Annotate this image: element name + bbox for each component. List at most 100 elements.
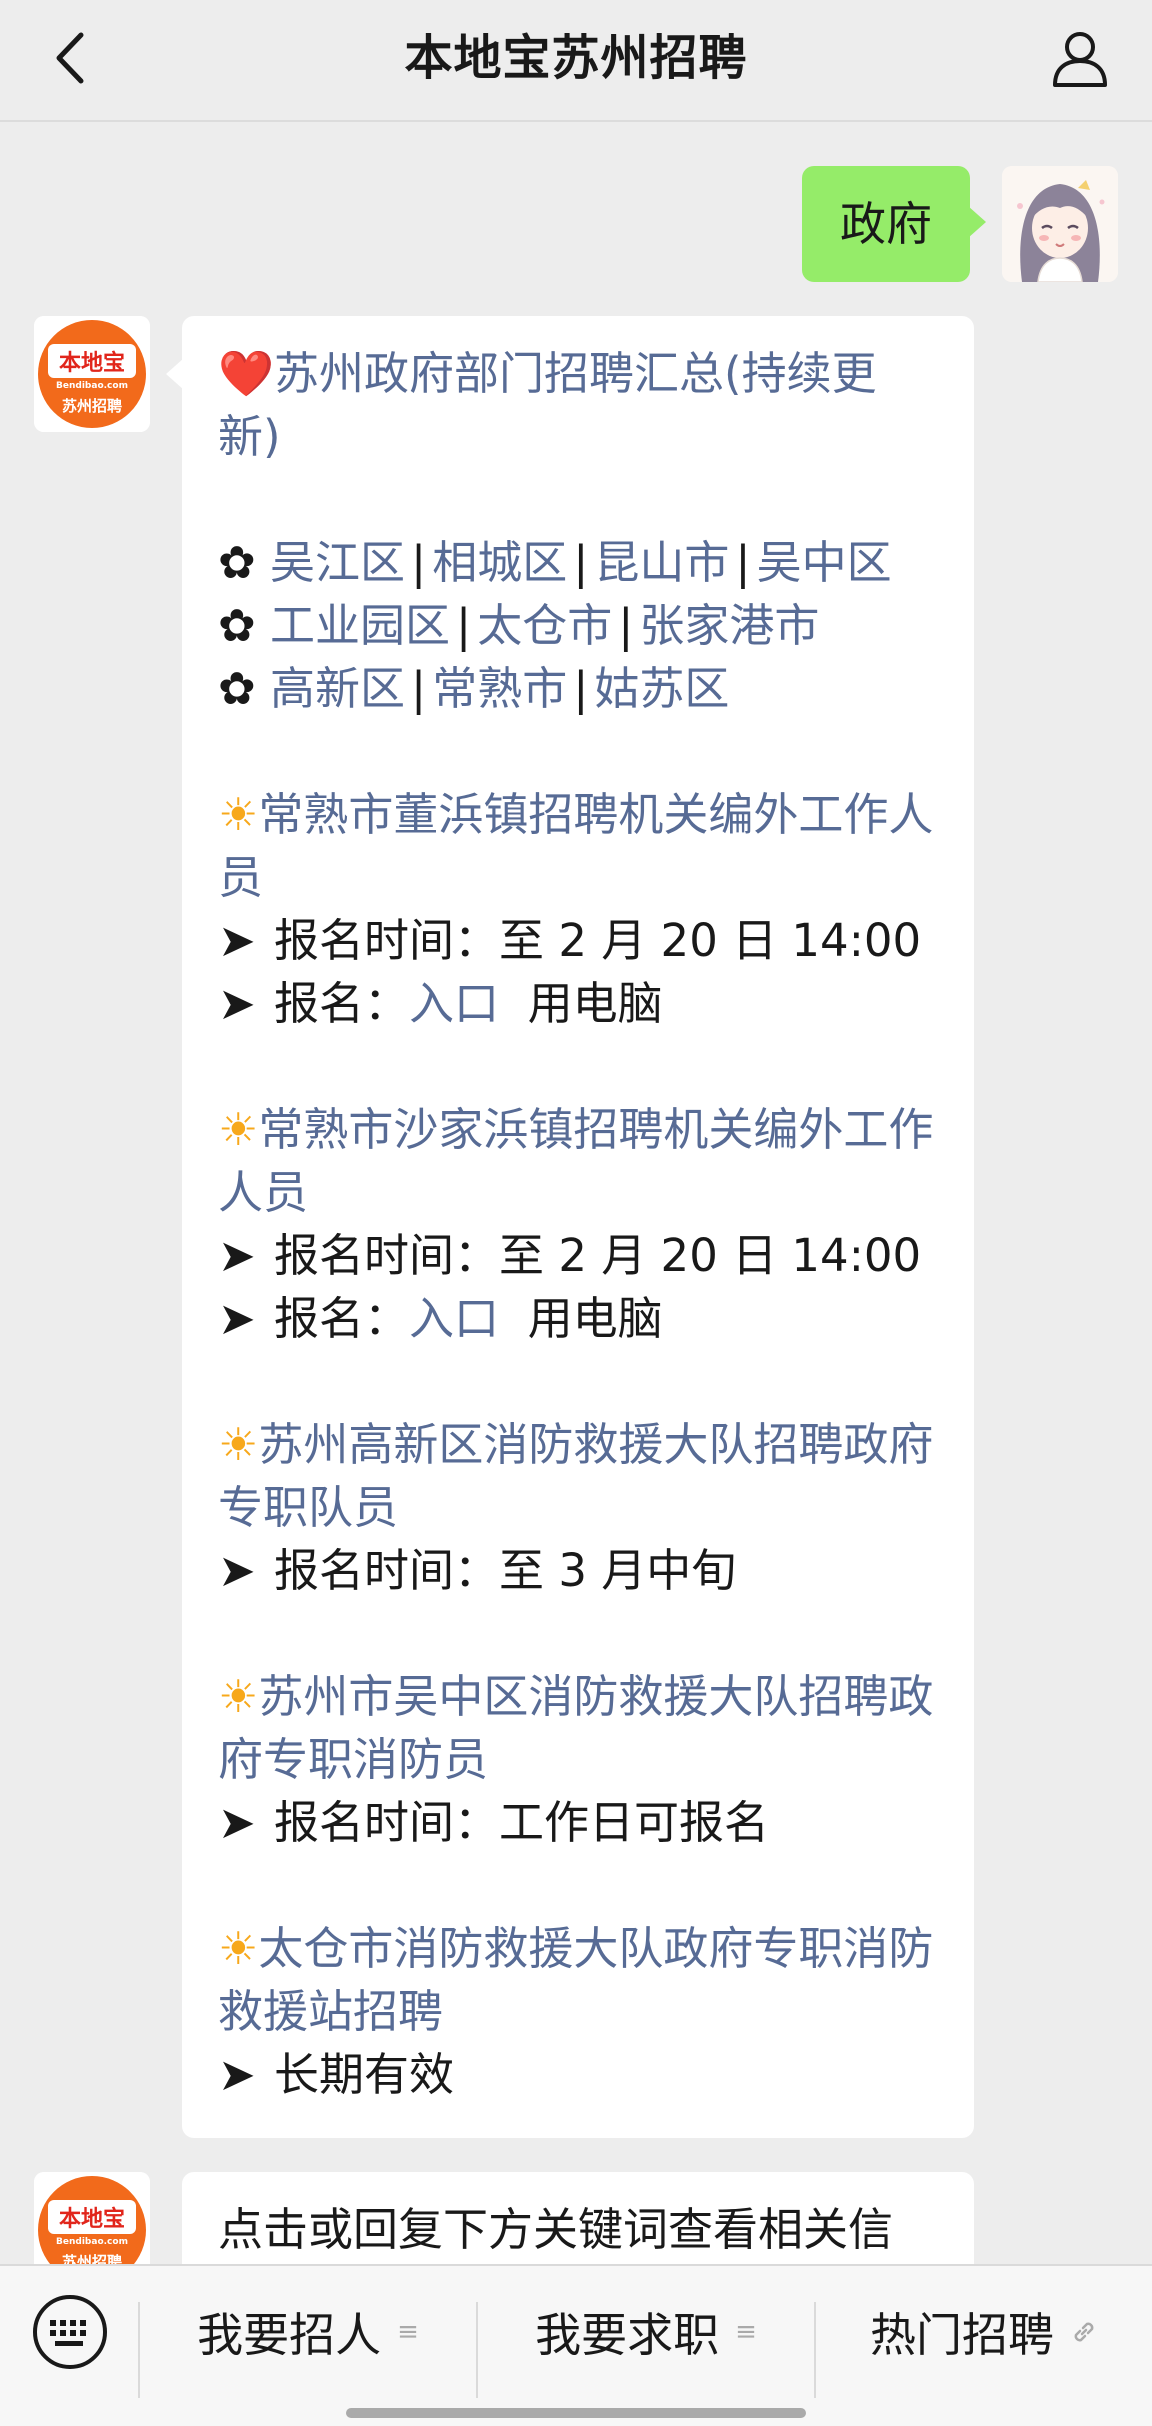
detail-prefix: 报名： [274,977,410,1030]
district-link-wuzhong[interactable]: 吴中区 [757,536,892,589]
heart-emoji-icon: ❤️ [218,347,275,400]
menu-label: 热门招聘 [870,2308,1054,2362]
separator: | [573,536,589,589]
job-detail-line: ➤ 长期有效 [218,2043,938,2106]
job-title-link[interactable]: 苏州市吴中区消防救援大队招聘政府专职消防员 [218,1670,933,1786]
sun-emoji-icon: ☀ [218,788,259,841]
district-row: ✿ 高新区 | 常熟市 | 姑苏区 [218,657,938,720]
job-detail-line: ➤ 报名：入口 用电脑 [218,972,938,1035]
separator: | [735,536,751,589]
home-indicator[interactable] [346,2408,806,2418]
job-title-link[interactable]: 常熟市董浜镇招聘机关编外工作人员 [218,788,933,904]
heading-link[interactable]: 苏州政府部门招聘汇总(持续更新) [218,347,877,463]
district-link-zhangjiagang[interactable]: 张家港市 [639,599,819,652]
message-heading[interactable]: ❤️苏州政府部门招聘汇总(持续更新) [218,342,938,468]
entry-link[interactable]: 入口 [409,977,499,1030]
arrow-icon: ➤ [218,1544,256,1597]
district-link-wujiang[interactable]: 吴江区 [270,536,405,589]
district-link-gaoxin[interactable]: 高新区 [270,662,405,715]
district-link-xiangcheng[interactable]: 相城区 [432,536,567,589]
entry-link[interactable]: 入口 [409,1292,499,1345]
job-detail-line: ➤ 报名：入口 用电脑 [218,1287,938,1350]
arrow-icon: ➤ [218,1292,256,1345]
job-item-title[interactable]: ☀苏州市吴中区消防救援大队招聘政府专职消防员 [218,1665,938,1791]
arrow-icon: ➤ [218,914,256,967]
district-link-changshu[interactable]: 常熟市 [432,662,567,715]
profile-button[interactable] [1048,26,1112,90]
submenu-icon: ≡ [735,2317,757,2347]
arrow-icon: ➤ [218,1796,256,1849]
arrow-icon: ➤ [218,2048,256,2101]
district-link-kunshan[interactable]: 昆山市 [594,536,729,589]
arrow-icon: ➤ [218,977,256,1030]
job-title-link[interactable]: 太仓市消防救援大队政府专职消防救援站招聘 [218,1922,933,2038]
flower-icon: ✿ [218,662,256,715]
sun-emoji-icon: ☀ [218,1103,259,1156]
detail-prefix: 报名时间： [274,1229,500,1282]
sun-emoji-icon: ☀ [218,1418,259,1471]
detail-prefix: 报名时间： [274,1796,500,1849]
bendibao-logo-icon: 本地宝 Bendibao.com 苏州招聘 [34,2172,150,2264]
menu-item-hire[interactable]: 我要招人 ≡ [140,2282,476,2382]
separator: | [411,536,427,589]
bot-message-bubble[interactable]: ❤️苏州政府部门招聘汇总(持续更新) ✿ 吴江区 | 相城区 | 昆山市 | 吴中区 ✿ 工… [166,316,974,2138]
detail-text: 至 2 月 20 日 14:00 [499,914,922,967]
anime-girl-avatar-icon [1002,166,1118,282]
job-item-title[interactable]: ☀太仓市消防救援大队政府专职消防救援站招聘 [218,1917,938,2043]
user-avatar[interactable] [1002,166,1118,282]
job-detail-line: ➤ 报名时间：至 2 月 20 日 14:00 [218,909,938,972]
job-item-title[interactable]: ☀常熟市沙家浜镇招聘机关编外工作人员 [218,1098,938,1224]
job-title-link[interactable]: 苏州高新区消防救援大队招聘政府专职队员 [218,1418,933,1534]
keyboard-icon [33,2295,107,2369]
job-item-title[interactable]: ☀苏州高新区消防救援大队招聘政府专职队员 [218,1413,938,1539]
user-message-bubble[interactable]: 政府 [802,166,986,282]
sun-emoji-icon: ☀ [218,1922,259,1975]
logo-sub-text: 苏州招聘 [62,2253,122,2264]
menu-item-job-seek[interactable]: 我要求职 ≡ [478,2282,814,2382]
arrow-icon: ➤ [218,1229,256,1282]
job-detail-line: ➤ 报名时间：工作日可报名 [218,1791,938,1854]
job-detail-line: ➤ 报名时间：至 2 月 20 日 14:00 [218,1224,938,1287]
menu-item-hot-jobs[interactable]: 热门招聘 [816,2282,1152,2382]
bot-message-bubble-2[interactable]: 点击或回复下方关键词查看相关信 [182,2172,974,2264]
job-item-title[interactable]: ☀常熟市董浜镇招聘机关编外工作人员 [218,783,938,909]
detail-text: 长期有效 [274,2048,455,2101]
bot-avatar[interactable]: 本地宝 Bendibao.com 苏州招聘 [34,316,150,432]
detail-text: 工作日可报名 [499,1796,770,1849]
sun-emoji-icon: ☀ [218,1670,259,1723]
top-nav-bar: 本地宝苏州招聘 [0,0,1152,122]
link-icon [1074,2322,1094,2342]
menu-label: 我要招人 [197,2308,382,2362]
keyboard-toggle-button[interactable] [30,2292,110,2372]
separator: | [456,599,472,652]
job-title-link[interactable]: 常熟市沙家浜镇招聘机关编外工作人员 [218,1103,933,1219]
detail-suffix: 用电脑 [499,977,663,1030]
district-link-taicang[interactable]: 太仓市 [477,599,612,652]
submenu-icon: ≡ [397,2317,419,2347]
bendibao-logo-icon: 本地宝 Bendibao.com 苏州招聘 [34,316,150,432]
separator: | [411,662,427,715]
logo-brand-text: 本地宝 [59,350,125,376]
district-row: ✿ 工业园区 | 太仓市 | 张家港市 [218,594,938,657]
logo-sub-text: 苏州招聘 [62,397,122,415]
logo-domain-text: Bendibao.com [56,381,128,391]
chat-area[interactable]: 政府 本地宝 Bendibao.com 苏州招聘 ❤️苏州政府部门招聘汇总(持续… [0,122,1152,2264]
logo-brand-text: 本地宝 [59,2206,125,2232]
bottom-menu-bar: 我要招人 ≡ 我要求职 ≡ 热门招聘 [0,2264,1152,2426]
detail-prefix: 报名时间： [274,1544,500,1597]
flower-icon: ✿ [218,536,256,589]
job-detail-line: ➤ 报名时间：至 3 月中旬 [218,1539,938,1602]
detail-prefix: 报名： [274,1292,410,1345]
bot-avatar[interactable]: 本地宝 Bendibao.com 苏州招聘 [34,2172,150,2264]
district-link-gusu[interactable]: 姑苏区 [594,662,729,715]
detail-suffix: 用电脑 [499,1292,663,1345]
district-link-sip[interactable]: 工业园区 [270,599,450,652]
separator: | [618,599,634,652]
user-message-text: 政府 [840,197,932,251]
logo-domain-text: Bendibao.com [56,2237,128,2247]
